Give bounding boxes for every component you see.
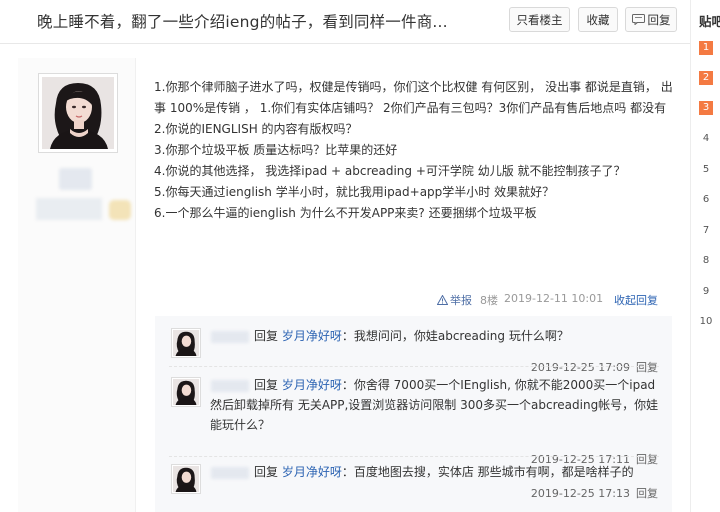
post-time: 2019-12-11 10:01 <box>504 292 604 305</box>
author-panel <box>18 58 136 512</box>
reply-text: 回复 岁月净好呀：你舍得 7000买一个IEnglish, 你就不能2000买一… <box>210 375 662 435</box>
reply-meta: 2019-12-25 17:09 回复 <box>531 359 658 375</box>
post-line-1: 1.你那个律师脑子进水了吗，权健是传销吗，你们这个比权健 有何区别， 没出事 都… <box>154 80 673 115</box>
thread-title: 晚上睡不着，翻了一些介绍ieng的帖子，看到同样一件商... <box>37 13 448 31</box>
reply-target-user[interactable]: 岁月净好呀 <box>282 378 342 392</box>
rank-item-3[interactable]: 3 <box>699 101 713 115</box>
report-link[interactable]: 举报 <box>437 292 472 308</box>
reply-avatar-image <box>173 466 199 492</box>
rank-item-4[interactable]: 4 <box>696 132 716 146</box>
author-name-blurred[interactable] <box>59 168 92 190</box>
collapse-replies-link[interactable]: 收起回复 <box>614 292 658 308</box>
author-level-badge <box>109 200 131 220</box>
reply-button[interactable]: 回复 <box>625 7 677 32</box>
reply-text: 回复 岁月净好呀：百度地图去搜，实体店 那些城市有啊，都是啥样子的 <box>210 462 660 482</box>
reply-icon <box>631 14 645 25</box>
avatar-image <box>42 77 114 149</box>
reply-avatar[interactable] <box>171 377 201 407</box>
reply-list: 回复 岁月净好呀：我想问问，你娃abcreading 玩什么啊？ 2019-12… <box>155 316 672 512</box>
post-line-5: 5.你每天通过ienglish 学半小时，就比我用ipad+app学半小时 效果… <box>154 185 555 199</box>
reply-avatar-image <box>173 379 199 405</box>
reply-link[interactable]: 回复 <box>636 487 658 500</box>
rank-item-6[interactable]: 6 <box>696 193 716 207</box>
author-badge-blurred <box>36 198 102 220</box>
reply-body: ：我想问问，你娃abcreading 玩什么啊？ <box>341 329 569 343</box>
post-line-3: 3.你那个垃圾平板 质量达标吗？比苹果的还好 <box>154 143 398 157</box>
reply-body: ：你舍得 7000买一个IEnglish, 你就不能2000买一个ipad 然后… <box>210 378 659 432</box>
reply-word: 回复 <box>254 329 279 343</box>
post-content: 1.你那个律师脑子进水了吗，权健是传销吗，你们这个比权健 有何区别， 没出事 都… <box>154 77 674 224</box>
reply-target-user[interactable]: 岁月净好呀 <box>282 329 342 343</box>
post-line-6: 6.一个那么牛逼的ienglish 为什么不开发APP来卖? 还要捆绑个垃圾平板 <box>154 206 537 220</box>
sidebar-title: 贴吧 <box>699 14 720 29</box>
only-owner-label: 只看楼主 <box>516 12 563 27</box>
reply-link[interactable]: 回复 <box>636 361 658 374</box>
only-owner-button[interactable]: 只看楼主 <box>509 7 570 32</box>
rank-item-10[interactable]: 10 <box>696 315 716 329</box>
thread-header: 晚上睡不着，翻了一些介绍ieng的帖子，看到同样一件商... 只看楼主 收藏 回… <box>0 0 690 44</box>
reply-target-user[interactable]: 岁月净好呀 <box>282 465 342 479</box>
warning-icon <box>437 295 448 305</box>
report-label: 举报 <box>450 294 472 307</box>
reply-label: 回复 <box>647 12 671 27</box>
rank-item-5[interactable]: 5 <box>696 163 716 177</box>
rank-item-2[interactable]: 2 <box>699 71 713 85</box>
post-line-2: 2.你说的IENGLISH 的内容有版权吗？ <box>154 122 358 136</box>
reply-text: 回复 岁月净好呀：我想问问，你娃abcreading 玩什么啊？ <box>210 326 660 346</box>
favorite-button[interactable]: 收藏 <box>578 7 618 32</box>
rank-item-1[interactable]: 1 <box>699 41 713 55</box>
rank-item-7[interactable]: 7 <box>696 224 716 238</box>
avatar[interactable] <box>38 73 118 153</box>
reply-time: 2019-12-25 17:09 <box>530 361 630 374</box>
reply-meta: 2019-12-25 17:13 回复 <box>531 485 658 501</box>
favorite-label: 收藏 <box>586 12 610 27</box>
rank-item-8[interactable]: 8 <box>696 254 716 268</box>
reply-body: ：百度地图去搜，实体店 那些城市有啊，都是啥样子的 <box>341 465 634 479</box>
reply-divider <box>169 456 659 457</box>
hot-sidebar: 贴吧 1 2 3 4 5 6 7 8 9 10 <box>690 0 720 512</box>
reply-avatar[interactable] <box>171 464 201 494</box>
rank-item-9[interactable]: 9 <box>696 285 716 299</box>
floor-number: 8楼 <box>480 294 498 307</box>
reply-word: 回复 <box>254 465 279 479</box>
post-line-4: 4.你说的其他选择， 我选择ipad + abcreading +可汗学院 幼儿… <box>154 164 626 178</box>
reply-avatar[interactable] <box>171 328 201 358</box>
reply-avatar-image <box>173 330 199 356</box>
reply-time: 2019-12-25 17:13 <box>530 487 630 500</box>
reply-divider <box>169 366 659 367</box>
reply-word: 回复 <box>254 378 279 392</box>
